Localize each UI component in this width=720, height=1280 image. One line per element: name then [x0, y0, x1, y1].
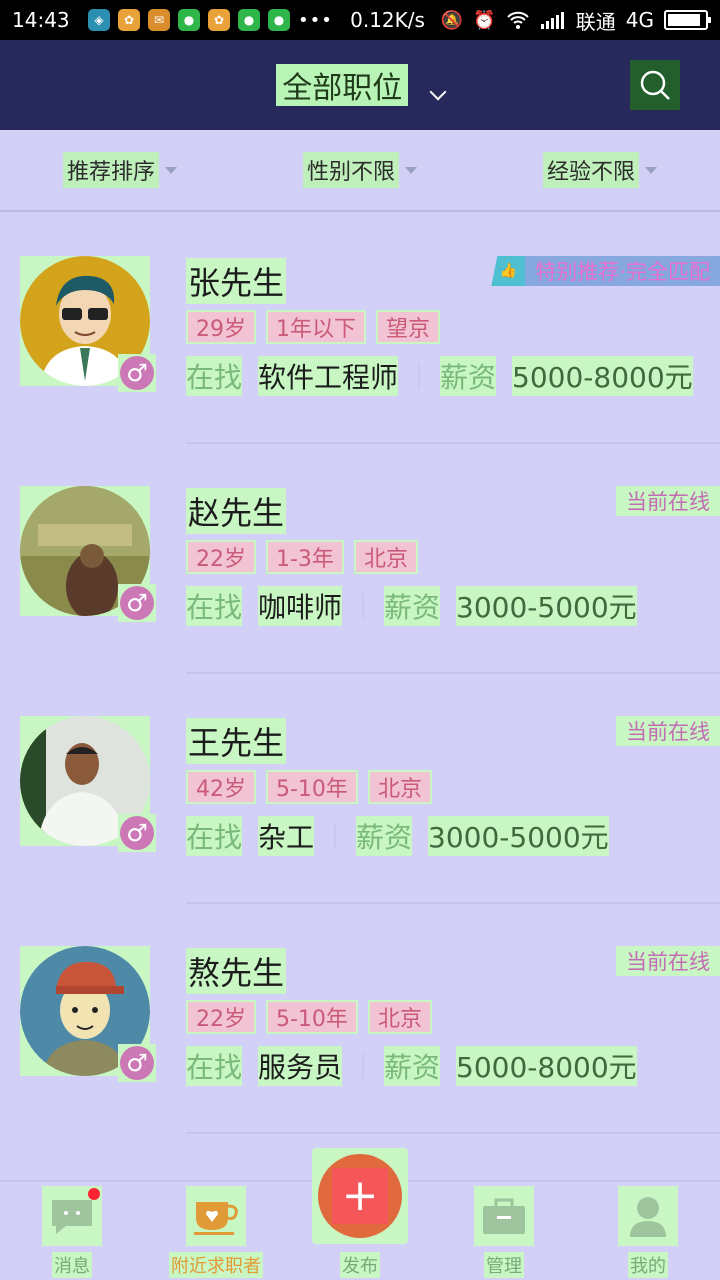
- battery-icon: [664, 10, 711, 30]
- male-gender-icon: ♂: [118, 1044, 156, 1082]
- search-button[interactable]: [630, 60, 680, 110]
- dropdown-triangle-icon: [405, 166, 417, 174]
- age-tag: 22岁: [186, 540, 256, 574]
- candidate-name: 赵先生: [186, 488, 287, 534]
- male-gender-icon: ♂: [118, 814, 156, 852]
- briefcase-icon: [474, 1186, 534, 1246]
- filter-bar: 推荐排序 性别不限 经验不限: [0, 130, 720, 212]
- candidate-tags: 22岁 1-3年 北京: [186, 540, 418, 574]
- desired-job: 软件工程师: [258, 356, 399, 396]
- search-icon: [640, 70, 670, 100]
- filter-gender[interactable]: 性别不限: [240, 152, 480, 188]
- coffee-cup-icon: [186, 1186, 246, 1246]
- filter-sort[interactable]: 推荐排序: [0, 152, 240, 188]
- experience-tag: 5-10年: [266, 1000, 358, 1034]
- signal-icon: [540, 12, 564, 29]
- filter-experience[interactable]: 经验不限: [480, 152, 720, 188]
- job-seeking-row: 在找 服务员 薪资 5000-8000元: [186, 1046, 637, 1086]
- alarm-icon: ⏰: [473, 9, 496, 31]
- desired-salary: 3000-5000元: [428, 816, 609, 856]
- network-speed: 0.12K/s: [350, 8, 425, 32]
- age-tag: 22岁: [186, 1000, 256, 1034]
- candidate-card[interactable]: ♂ 熬先生 22岁 5-10年 北京 在找 服务员 薪资 5000-8000元 …: [0, 904, 720, 1134]
- experience-tag: 1年以下: [266, 310, 366, 344]
- page-title: 全部职位: [282, 71, 403, 106]
- nav-nearby-seekers[interactable]: 附近求职者: [144, 1182, 288, 1280]
- divider: [362, 593, 365, 619]
- job-seeking-row: 在找 咖啡师 薪资 3000-5000元: [186, 586, 637, 626]
- person-icon: [618, 1186, 678, 1246]
- publish-button[interactable]: +: [312, 1148, 408, 1244]
- dropdown-triangle-icon: [645, 166, 657, 174]
- publish-fab: +: [318, 1154, 402, 1238]
- location-tag: 北京: [353, 540, 418, 574]
- dropdown-triangle-icon: [165, 166, 177, 174]
- job-category-dropdown[interactable]: 全部职位: [0, 64, 720, 106]
- more-notifications-icon: •••: [298, 9, 333, 31]
- age-tag: 42岁: [186, 770, 256, 804]
- mute-icon: 🔕: [440, 9, 464, 31]
- desired-job: 服务员: [258, 1046, 343, 1086]
- experience-tag: 5-10年: [266, 770, 358, 804]
- thumbs-up-icon: 👍: [491, 256, 526, 286]
- desired-job: 杂工: [258, 816, 315, 856]
- status-time: 14:43: [12, 8, 70, 32]
- desired-job: 咖啡师: [258, 586, 343, 626]
- notification-icons: ◈ ✿ ✉ ● ✿ ● ●: [88, 9, 290, 31]
- male-gender-icon: ♂: [118, 584, 156, 622]
- candidate-name: 熬先生: [186, 948, 287, 994]
- chevron-down-icon: [429, 83, 447, 101]
- chat-icon: [42, 1186, 102, 1246]
- online-status-badge: 当前在线: [616, 716, 720, 746]
- candidate-tags: 22岁 5-10年 北京: [186, 1000, 432, 1034]
- divider: [418, 363, 421, 389]
- shield-app-icon: ◈: [88, 9, 110, 31]
- wifi-icon: [507, 11, 529, 29]
- online-status-badge: 当前在线: [616, 946, 720, 976]
- location-tag: 北京: [367, 770, 432, 804]
- job-seeking-row: 在找 软件工程师 薪资 5000-8000元: [186, 356, 693, 396]
- desired-salary: 3000-5000元: [456, 586, 637, 626]
- wechat-icon-2: ●: [268, 9, 290, 31]
- plus-icon: +: [332, 1168, 388, 1224]
- app-header: 全部职位: [0, 40, 720, 130]
- candidate-name: 张先生: [186, 258, 287, 304]
- mail-app-icon: ✉: [148, 9, 170, 31]
- candidate-list: ♂ 张先生 29岁 1年以下 望京 在找 软件工程师 薪资 5000-8000元…: [0, 214, 720, 1180]
- nav-manage[interactable]: 管理: [432, 1182, 576, 1280]
- job-seeking-row: 在找 杂工 薪资 3000-5000元: [186, 816, 609, 856]
- location-tag: 北京: [367, 1000, 432, 1034]
- candidate-card[interactable]: ♂ 张先生 29岁 1年以下 望京 在找 软件工程师 薪资 5000-8000元…: [0, 214, 720, 444]
- candidate-name: 王先生: [186, 718, 287, 764]
- location-tag: 望京: [376, 310, 441, 344]
- game-app-icon: ✿: [118, 9, 140, 31]
- recommend-badge: 👍 特别推荐·完全匹配: [491, 256, 720, 286]
- carrier-label: 联通: [575, 9, 616, 34]
- candidate-card[interactable]: ♂ 王先生 42岁 5-10年 北京 在找 杂工 薪资 3000-5000元 当…: [0, 674, 720, 904]
- unread-dot: [88, 1188, 100, 1200]
- message-app-icon: ●: [238, 9, 260, 31]
- online-status-badge: 当前在线: [616, 486, 720, 516]
- age-tag: 29岁: [186, 310, 256, 344]
- status-bar: 14:43 ◈ ✿ ✉ ● ✿ ● ● ••• 0.12K/s 🔕 ⏰ 联通 4…: [0, 0, 720, 40]
- nav-messages[interactable]: 消息: [0, 1182, 144, 1280]
- divider: [334, 823, 337, 849]
- candidate-card[interactable]: ♂ 赵先生 22岁 1-3年 北京 在找 咖啡师 薪资 3000-5000元 当…: [0, 444, 720, 674]
- game-app-icon-2: ✿: [208, 9, 230, 31]
- network-type: 4G: [625, 8, 654, 32]
- wechat-icon: ●: [178, 9, 200, 31]
- desired-salary: 5000-8000元: [512, 356, 693, 396]
- experience-tag: 1-3年: [266, 540, 344, 574]
- candidate-tags: 42岁 5-10年 北京: [186, 770, 432, 804]
- desired-salary: 5000-8000元: [456, 1046, 637, 1086]
- nav-profile[interactable]: 我的: [576, 1182, 720, 1280]
- male-gender-icon: ♂: [118, 354, 156, 392]
- candidate-tags: 29岁 1年以下 望京: [186, 310, 441, 344]
- divider: [186, 1132, 720, 1134]
- divider: [362, 1053, 365, 1079]
